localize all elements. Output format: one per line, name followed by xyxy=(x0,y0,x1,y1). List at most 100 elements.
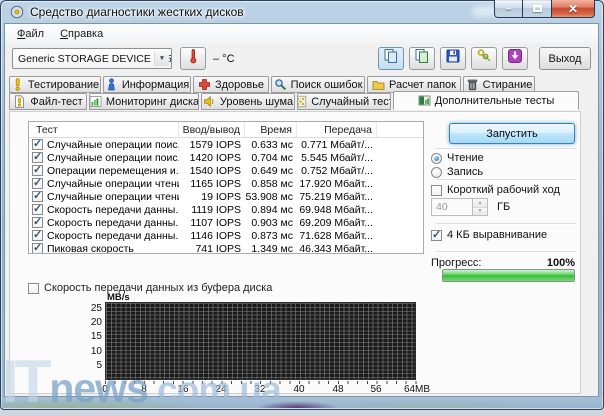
chevron-down-icon[interactable]: ▼ xyxy=(154,51,169,66)
progress-bar-fill xyxy=(443,270,574,281)
tab-strip: Тестирование Информация Здоровье Поиск о… xyxy=(5,76,598,110)
erase-icon xyxy=(466,78,479,91)
align-option[interactable]: 4 КБ выравнивание xyxy=(431,228,547,241)
download-button[interactable] xyxy=(502,47,528,70)
spinner-down-icon[interactable]: ▼ xyxy=(473,207,487,215)
exit-button[interactable]: Выход xyxy=(539,47,591,70)
row-checkbox[interactable] xyxy=(32,191,43,202)
download-icon xyxy=(507,48,523,69)
short-stroke-label: Короткий рабочий ход xyxy=(447,184,560,196)
column-header-test[interactable]: Тест xyxy=(29,122,179,137)
read-radio[interactable] xyxy=(431,152,442,164)
column-header-time[interactable]: Время xyxy=(245,122,297,137)
y-tick: 20 xyxy=(90,317,102,328)
tab-noise-level[interactable]: Уровень шума xyxy=(201,93,295,110)
tab-row-2: Файл-тест Мониторинг диска Уровень шума … xyxy=(9,91,598,110)
write-radio[interactable] xyxy=(431,166,442,178)
client-area: Файл Справка Generic STORAGE DEVICE (259… xyxy=(4,23,599,397)
buffer-speed-option[interactable]: Скорость передачи данных из буфера диска xyxy=(28,282,272,294)
save-report-icon xyxy=(445,48,461,69)
registration-keys-button[interactable] xyxy=(471,47,497,70)
tab-testing[interactable]: Тестирование xyxy=(9,76,101,93)
maximize-button[interactable] xyxy=(523,0,551,18)
buffer-speed-checkbox[interactable] xyxy=(28,282,39,294)
tab-error-search[interactable]: Поиск ошибок xyxy=(271,76,365,93)
copy-report-icon xyxy=(383,48,399,69)
menu-help[interactable]: Справка xyxy=(52,26,111,42)
tab-file-test[interactable]: Файл-тест xyxy=(9,93,87,110)
progress-bar xyxy=(442,269,575,282)
tab-additional-tests[interactable]: Дополнительные тесты xyxy=(393,91,579,110)
size-input[interactable]: 40 xyxy=(431,198,473,216)
tab-disk-monitoring[interactable]: Мониторинг диска xyxy=(89,93,199,110)
testing-icon xyxy=(11,78,24,91)
health-icon xyxy=(198,78,211,91)
save-report-button[interactable] xyxy=(440,47,466,70)
tab-health[interactable]: Здоровье xyxy=(193,76,269,93)
temperature-button[interactable] xyxy=(180,47,206,70)
table-row[interactable]: Скорость передачи данны... 1107 IOPS 0.9… xyxy=(29,216,423,229)
title-bar[interactable]: Средство диагностики жестких дисков – ✕ xyxy=(0,0,604,24)
disk-monitoring-icon xyxy=(90,95,102,108)
maximize-icon xyxy=(532,5,542,12)
tab-information[interactable]: Информация xyxy=(103,76,191,93)
row-checkbox[interactable] xyxy=(32,230,43,241)
progress-label: Прогресс: xyxy=(431,257,482,269)
registration-keys-icon xyxy=(476,48,492,69)
thermometer-icon xyxy=(186,48,200,69)
device-select[interactable]: Generic STORAGE DEVICE (259 ГБ) ▼ xyxy=(12,48,172,69)
noise-level-icon xyxy=(203,95,216,108)
menu-file[interactable]: Файл xyxy=(9,26,52,42)
read-option[interactable]: Чтение xyxy=(431,152,484,164)
start-button[interactable]: Запустить xyxy=(449,123,575,144)
short-stroke-option[interactable]: Короткий рабочий ход xyxy=(431,184,560,196)
row-checkbox[interactable] xyxy=(32,217,43,228)
short-stroke-checkbox[interactable] xyxy=(431,184,442,196)
table-row[interactable]: Случайные операции чтени... 1165 IOPS 0.… xyxy=(29,177,423,190)
x-tick: 40 xyxy=(293,384,305,395)
menu-bar: Файл Справка xyxy=(5,24,598,43)
column-header-io[interactable]: Ввод/вывод xyxy=(179,122,245,137)
align-checkbox[interactable] xyxy=(431,228,442,241)
row-checkbox[interactable] xyxy=(32,243,43,253)
table-row[interactable]: Случайные операции поис... 1579 IOPS 0.6… xyxy=(29,138,423,151)
row-checkbox[interactable] xyxy=(32,178,43,189)
table-row[interactable]: Случайные операции поис... 1420 IOPS 0.7… xyxy=(29,151,423,164)
temperature-value: – °C xyxy=(213,52,235,65)
additional-tests-icon xyxy=(418,94,431,107)
column-header-transfer[interactable]: Передача xyxy=(297,122,377,137)
read-label: Чтение xyxy=(447,152,484,164)
folder-calc-icon xyxy=(372,78,385,91)
information-icon xyxy=(105,78,118,91)
close-button[interactable]: ✕ xyxy=(551,0,595,18)
row-checkbox[interactable] xyxy=(32,139,43,150)
x-tick: 16 xyxy=(177,384,189,395)
progress-value: 100% xyxy=(546,257,575,269)
table-row[interactable]: Скорость передачи данны... 1146 IOPS 0.8… xyxy=(29,229,423,242)
minimize-button[interactable]: – xyxy=(494,0,523,18)
x-tick: 32 xyxy=(254,384,266,395)
row-checkbox[interactable] xyxy=(32,152,43,163)
x-tick: 48 xyxy=(332,384,344,395)
row-checkbox[interactable] xyxy=(32,165,43,176)
device-select-value: Generic STORAGE DEVICE (259 ГБ) xyxy=(18,52,171,65)
app-window: Средство диагностики жестких дисков – ✕ … xyxy=(0,0,604,410)
minimize-icon: – xyxy=(505,2,512,15)
write-option[interactable]: Запись xyxy=(431,166,483,178)
close-icon: ✕ xyxy=(567,1,579,16)
y-tick: 25 xyxy=(90,303,102,314)
x-tick: 56 xyxy=(370,384,382,395)
export-report-button[interactable] xyxy=(409,47,435,70)
copy-report-button[interactable] xyxy=(378,47,404,70)
tab-random-test[interactable]: Случайный тест xyxy=(297,93,391,110)
size-spinner: 40 ▲ ▼ ГБ xyxy=(431,198,510,216)
spinner-up-icon[interactable]: ▲ xyxy=(473,199,487,208)
row-checkbox[interactable] xyxy=(32,204,43,215)
table-row[interactable]: Скорость передачи данны... 1119 IOPS 0.8… xyxy=(29,203,423,216)
window-frame-decoration xyxy=(2,397,602,408)
table-row[interactable]: Пиковая скорость 741 IOPS 1.349 мс 46.34… xyxy=(29,242,423,253)
toolbar: Generic STORAGE DEVICE (259 ГБ) ▼ – °C xyxy=(5,43,598,74)
table-row[interactable]: Операции перемещения и... 1540 IOPS 0.64… xyxy=(29,164,423,177)
x-tick: 0 xyxy=(102,384,108,395)
table-row[interactable]: Случайные операции чтени... 19 IOPS 53.9… xyxy=(29,190,423,203)
